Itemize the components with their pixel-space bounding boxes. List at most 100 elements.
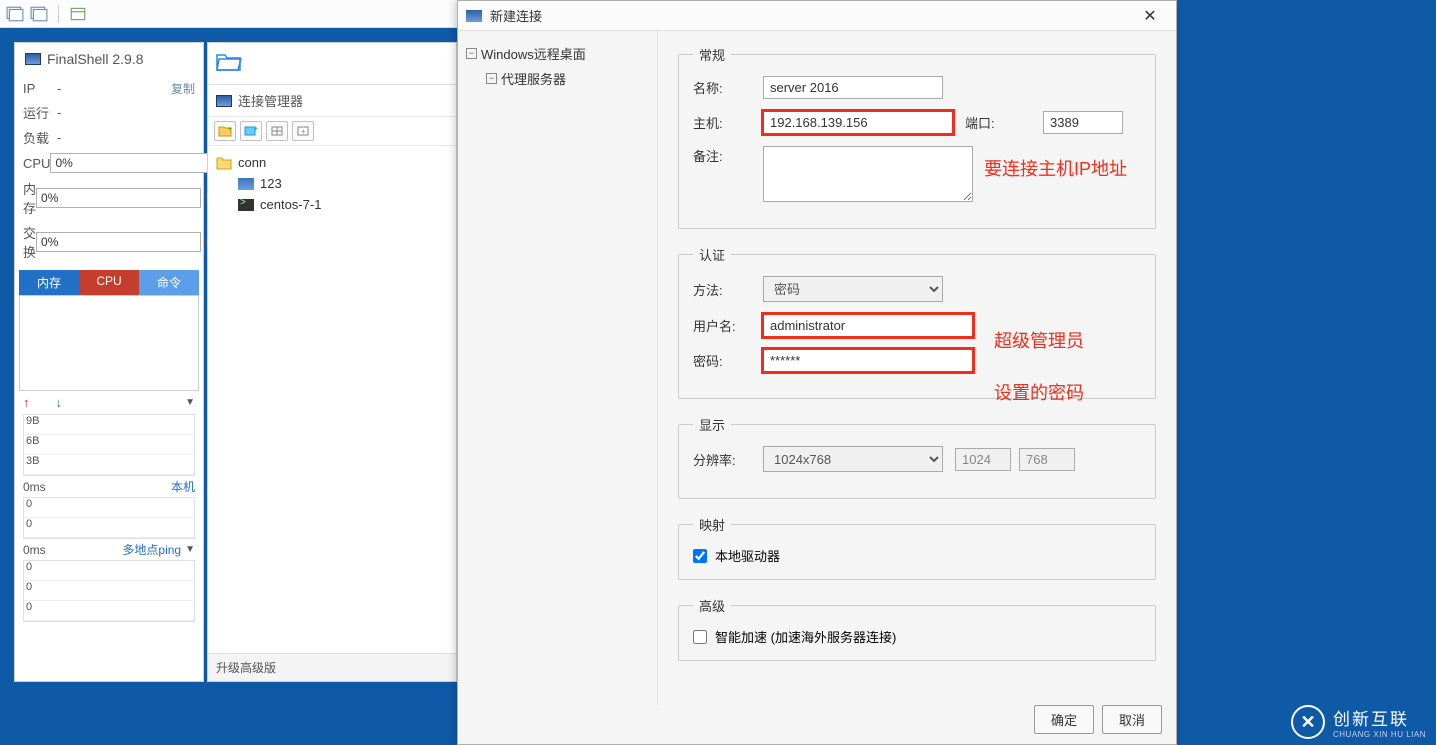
res-width-input[interactable] bbox=[955, 448, 1011, 471]
lz-1: 0 bbox=[26, 518, 32, 530]
swap-row: 交换 0/0 bbox=[15, 220, 203, 264]
collapse-icon[interactable]: − bbox=[466, 48, 477, 59]
svg-text:+: + bbox=[228, 126, 232, 133]
row-accel: 智能加速 (加速海外服务器连接) bbox=[693, 627, 1141, 646]
port-label: 端口: bbox=[965, 113, 1035, 132]
chart-dropdown[interactable]: ▼ bbox=[185, 397, 195, 408]
arrow-down-icon: ↓ bbox=[56, 395, 63, 410]
mem-label: 内存 bbox=[23, 179, 36, 217]
conn-manager-title: 连接管理器 bbox=[238, 91, 303, 110]
group-advanced: 高级 智能加速 (加速海外服务器连接) bbox=[678, 596, 1156, 661]
swap-label: 交换 bbox=[23, 223, 36, 261]
ylabel-1: 6B bbox=[26, 435, 39, 447]
new-connection-button[interactable]: + bbox=[240, 121, 262, 141]
row-method: 方法: 密码 bbox=[693, 276, 1141, 302]
monitor-icon bbox=[466, 10, 482, 22]
lz-0: 0 bbox=[26, 498, 32, 510]
collapse-icon[interactable]: − bbox=[486, 73, 497, 84]
res-select[interactable]: 1024x768 bbox=[763, 446, 943, 472]
tree-node-proxy[interactable]: − 代理服务器 bbox=[466, 66, 649, 91]
name-input[interactable] bbox=[763, 76, 943, 99]
legend-advanced: 高级 bbox=[693, 596, 731, 615]
note-label: 备注: bbox=[693, 146, 763, 165]
app-topbar bbox=[0, 0, 460, 28]
close-button[interactable]: ✕ bbox=[1132, 6, 1168, 26]
latency-row-1: 0ms 本机 bbox=[15, 476, 203, 497]
ip-label: IP bbox=[23, 81, 57, 96]
row-name: 名称: bbox=[693, 76, 1141, 99]
tree-item-123[interactable]: 123 bbox=[216, 173, 448, 194]
accel-checkbox[interactable] bbox=[693, 630, 707, 644]
user-input[interactable] bbox=[763, 314, 973, 337]
upgrade-link[interactable]: 升级高级版 bbox=[208, 653, 456, 681]
stat-tabs: 内存 CPU 命令 bbox=[19, 270, 199, 295]
latency-0ms-2: 0ms bbox=[23, 543, 46, 557]
mem-row: 内存 0/0 bbox=[15, 176, 203, 220]
run-label: 运行 bbox=[23, 103, 57, 122]
multi-ping-link[interactable]: 多地点ping bbox=[122, 541, 181, 558]
tree-item-centos[interactable]: centos-7-1 bbox=[216, 194, 448, 215]
local-link[interactable]: 本机 bbox=[171, 478, 195, 495]
tab-cpu[interactable]: CPU bbox=[79, 270, 139, 295]
local-drive-checkbox[interactable] bbox=[693, 549, 707, 563]
res-height-input[interactable] bbox=[1019, 448, 1075, 471]
lz-3: 0 bbox=[26, 581, 32, 593]
app-title: FinalShell 2.9.8 bbox=[15, 43, 203, 77]
pass-input[interactable] bbox=[763, 349, 973, 372]
annotation-pass: 设置的密码 bbox=[994, 379, 1084, 405]
tab-command[interactable]: 命令 bbox=[139, 270, 199, 295]
accel-label: 智能加速 (加速海外服务器连接) bbox=[715, 627, 896, 646]
swap-input[interactable] bbox=[36, 232, 201, 252]
add-layout-button[interactable]: + bbox=[292, 121, 314, 141]
lz-2: 0 bbox=[26, 561, 32, 573]
row-host: 主机: 端口: bbox=[693, 111, 1141, 134]
host-input[interactable] bbox=[763, 111, 953, 134]
ping-dropdown[interactable]: ▼ bbox=[185, 544, 195, 555]
dialog-left-tree: − Windows远程桌面 − 代理服务器 bbox=[458, 31, 658, 705]
toolbar-icon-3[interactable] bbox=[69, 5, 87, 23]
load-label: 负载 bbox=[23, 128, 57, 147]
load-row: 负载 - bbox=[15, 125, 203, 150]
connection-tree: conn 123 centos-7-1 bbox=[208, 146, 456, 653]
dialog-titlebar: 新建连接 ✕ bbox=[458, 1, 1176, 31]
conn-toolbar: + + + bbox=[208, 116, 456, 146]
folder-open-button[interactable] bbox=[208, 43, 456, 84]
res-label: 分辨率: bbox=[693, 450, 763, 469]
grid-layout-button[interactable] bbox=[266, 121, 288, 141]
name-label: 名称: bbox=[693, 78, 763, 97]
conn-manager-header: 连接管理器 bbox=[208, 84, 456, 116]
tab-memory[interactable]: 内存 bbox=[19, 270, 79, 295]
toolbar-icon-1[interactable] bbox=[6, 5, 24, 23]
copy-link[interactable]: 复制 bbox=[171, 80, 195, 97]
net-arrows: ↑ ↓ ▼ bbox=[15, 391, 203, 414]
ok-button[interactable]: 确定 bbox=[1034, 705, 1094, 734]
cancel-button[interactable]: 取消 bbox=[1102, 705, 1162, 734]
ip-row: IP - 复制 bbox=[15, 77, 203, 100]
main-chart bbox=[19, 295, 199, 391]
tree-root-conn[interactable]: conn bbox=[216, 152, 448, 173]
left-stats-panel: FinalShell 2.9.8 IP - 复制 运行 - 负载 - CPU 内… bbox=[14, 42, 204, 682]
toolbar-icon-2[interactable] bbox=[30, 5, 48, 23]
legend-auth: 认证 bbox=[693, 245, 731, 264]
tree-node-rdp[interactable]: − Windows远程桌面 bbox=[466, 41, 649, 66]
legend-display: 显示 bbox=[693, 415, 731, 434]
cpu-input[interactable] bbox=[50, 153, 215, 173]
connection-manager-panel: 连接管理器 + + + conn 123 centos-7-1 升级高级版 bbox=[207, 42, 457, 682]
brand-en: CHUANG XIN HU LIAN bbox=[1333, 730, 1426, 739]
mem-input[interactable] bbox=[36, 188, 201, 208]
net-chart: 9B 6B 3B bbox=[23, 414, 195, 476]
cpu-label: CPU bbox=[23, 156, 50, 171]
port-input[interactable] bbox=[1043, 111, 1123, 134]
group-mapping: 映射 本地驱动器 bbox=[678, 515, 1156, 580]
new-folder-button[interactable]: + bbox=[214, 121, 236, 141]
method-select[interactable]: 密码 bbox=[763, 276, 943, 302]
tree-root-label: conn bbox=[238, 155, 266, 170]
latency-row-2: 0ms 多地点ping ▼ bbox=[15, 539, 203, 560]
terminal-icon bbox=[238, 199, 254, 211]
method-label: 方法: bbox=[693, 280, 763, 299]
app-title-text: FinalShell 2.9.8 bbox=[47, 51, 144, 67]
latency-chart-1: 0 0 bbox=[23, 497, 195, 539]
toolbar-divider bbox=[58, 5, 59, 23]
tree-item-label-0: 123 bbox=[260, 176, 282, 191]
note-textarea[interactable] bbox=[763, 146, 973, 202]
